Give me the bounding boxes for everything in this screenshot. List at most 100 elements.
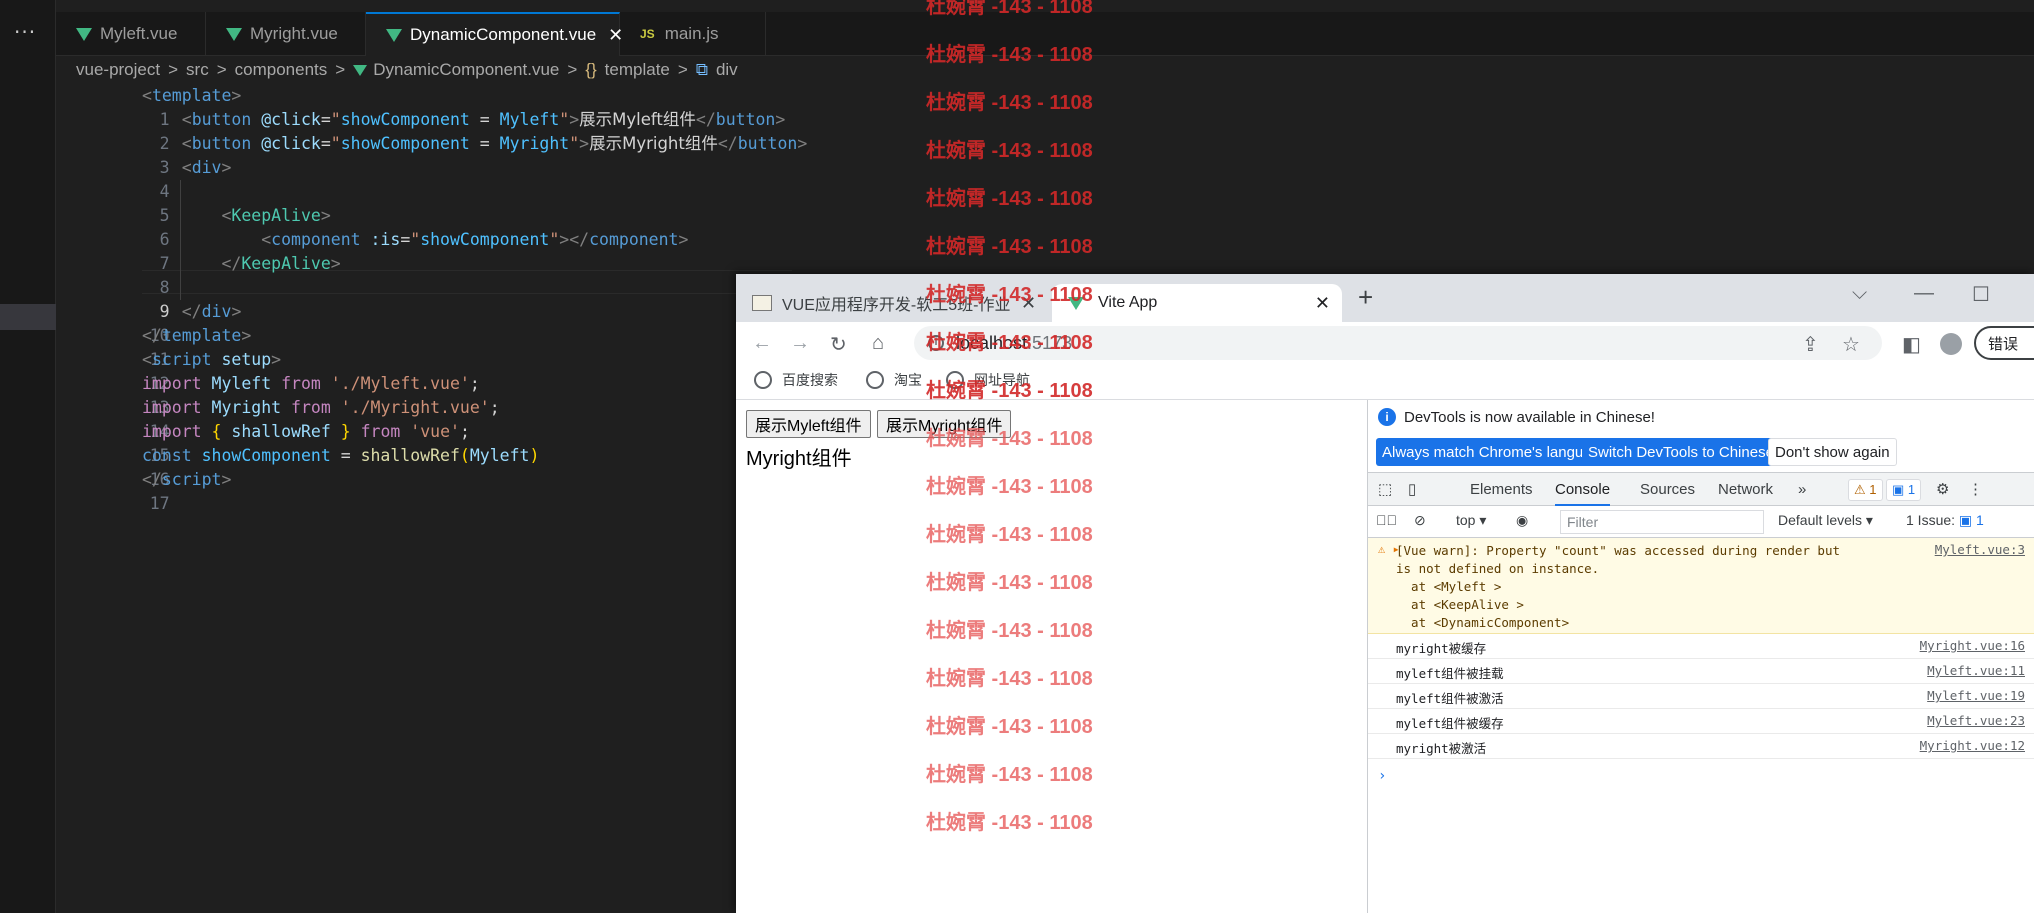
tab-elements[interactable]: Elements — [1470, 473, 1533, 506]
tab-dynamiccomponent-vue[interactable]: DynamicComponent.vue ✕ — [366, 12, 623, 56]
more-tabs-icon[interactable]: » — [1798, 473, 1806, 506]
source-link[interactable]: Myleft.vue:3 — [1935, 542, 2025, 557]
code-line-6: 6 <KeepAlive> — [56, 204, 2034, 249]
console-log-row: myleft组件被激活 Myleft.vue:19 — [1368, 684, 2034, 709]
bookmark-nav[interactable]: 网址导航 — [946, 370, 1030, 390]
info-icon: i — [1378, 408, 1396, 426]
tab-title: VUE应用程序开发-软工5班-作业 — [782, 297, 1011, 314]
switch-to-chinese-button[interactable]: Switch DevTools to Chinese — [1582, 438, 1780, 466]
context-selector[interactable]: top ▾ — [1456, 512, 1486, 529]
bookmark-baidu[interactable]: 百度搜索 — [754, 370, 838, 390]
error-button[interactable]: 错误 — [1974, 326, 2034, 360]
js-file-icon: JS — [640, 27, 655, 41]
close-tab-icon[interactable]: ✕ — [1021, 293, 1036, 314]
log-levels-select[interactable]: Default levels ▾ — [1778, 512, 1873, 529]
vue-file-icon — [226, 27, 242, 41]
show-myright-button[interactable]: 展示Myright组件 — [877, 410, 1012, 438]
maximize-icon[interactable]: ☐ — [1972, 282, 1990, 307]
source-link[interactable]: Myright.vue:16 — [1920, 638, 2025, 653]
console-output: ⚠ ▸ [Vue warn]: Property "count" was acc… — [1368, 538, 2034, 913]
side-panel-icon[interactable]: ◧ — [1902, 332, 1921, 357]
sidebar-toggle-icon[interactable]: ▶⃞ — [1376, 512, 1397, 528]
element-icon: ⧉ — [695, 60, 708, 79]
code-line-4: 4 <div> — [56, 156, 2034, 201]
breadcrumb-file[interactable]: DynamicComponent.vue — [373, 60, 559, 80]
breadcrumb-project[interactable]: vue-project — [76, 60, 160, 80]
tab-label: Myright.vue — [250, 24, 338, 43]
breadcrumb-separator: > — [567, 60, 578, 79]
breadcrumb-separator: > — [677, 60, 688, 79]
tab-search-icon[interactable]: ⌵ — [1852, 282, 1867, 305]
vscode-activity-bar: ··· — [0, 0, 56, 913]
dont-show-again-button[interactable]: Don't show again — [1768, 438, 1897, 466]
source-link[interactable]: Myleft.vue:11 — [1927, 663, 2025, 678]
activity-highlight — [0, 304, 56, 330]
forward-icon[interactable]: → — [790, 332, 810, 355]
breadcrumb-separator: > — [168, 60, 179, 79]
console-filter-input[interactable]: Filter — [1560, 510, 1764, 534]
line-number: 17 — [149, 494, 170, 513]
breadcrumb-template[interactable]: template — [605, 60, 670, 80]
console-log-row: myright被缓存 Myright.vue:16 — [1368, 634, 2034, 659]
tab-network[interactable]: Network — [1718, 473, 1773, 506]
source-link[interactable]: Myleft.vue:23 — [1927, 713, 2025, 728]
tab-myleft-vue[interactable]: Myleft.vue — [56, 12, 206, 56]
breadcrumb-components[interactable]: components — [235, 60, 328, 80]
tab-console[interactable]: Console — [1555, 473, 1611, 506]
breadcrumb-separator: > — [216, 60, 227, 79]
more-options-icon[interactable]: ⋮ — [1968, 473, 1983, 506]
log-message: myright被缓存 — [1396, 641, 1487, 656]
show-myleft-button[interactable]: 展示Myleft组件 — [746, 410, 871, 438]
browser-tab-homework[interactable]: VUE应用程序开发-软工5班-作业 ✕ — [744, 284, 1044, 322]
browser-tab-vite-app[interactable]: Vite App ✕ — [1052, 284, 1342, 322]
tab-myright-vue[interactable]: Myright.vue — [206, 12, 366, 56]
log-message: myright被激活 — [1396, 741, 1487, 756]
live-expression-eye-icon[interactable]: ◉ — [1516, 512, 1528, 529]
source-link[interactable]: Myleft.vue:19 — [1927, 688, 2025, 703]
tab-sources[interactable]: Sources — [1640, 473, 1695, 506]
code-line-7: 7 <component :is="showComponent"></compo… — [56, 228, 2034, 273]
reload-icon[interactable]: ↻ — [830, 332, 847, 357]
new-tab-button[interactable]: + — [1358, 282, 1373, 313]
breadcrumb-src[interactable]: src — [186, 60, 209, 80]
share-icon[interactable]: ⇪ — [1802, 332, 1819, 357]
vue-file-icon — [386, 28, 402, 42]
log-message: myleft组件被缓存 — [1396, 716, 1504, 731]
browser-tab-strip: VUE应用程序开发-软工5班-作业 ✕ Vite App ✕ + ⌵ — ☐ — [736, 274, 2034, 322]
log-message: myleft组件被激活 — [1396, 691, 1504, 706]
bookmark-taobao[interactable]: 淘宝 — [866, 370, 922, 390]
warning-count-badge[interactable]: ⚠ 1 — [1848, 479, 1883, 501]
settings-gear-icon[interactable]: ⚙ — [1936, 473, 1949, 506]
profile-avatar-icon[interactable] — [1940, 333, 1962, 355]
site-info-icon[interactable]: i — [928, 335, 944, 351]
console-prompt-icon[interactable]: › — [1378, 768, 1386, 784]
vue-file-icon — [76, 27, 92, 41]
minimize-icon[interactable]: — — [1914, 282, 1934, 305]
breadcrumb-div[interactable]: div — [716, 60, 738, 80]
source-link[interactable]: Myright.vue:12 — [1920, 738, 2025, 753]
close-tab-icon[interactable]: ✕ — [1315, 293, 1330, 314]
address-bar[interactable]: i localhost :5173 — [914, 326, 1882, 360]
message-count-badge[interactable]: ▣ 1 — [1886, 479, 1922, 501]
globe-icon — [754, 371, 772, 389]
tab-main-js[interactable]: JS main.js — [620, 12, 766, 56]
console-log-row: myleft组件被缓存 Myleft.vue:23 — [1368, 709, 2034, 734]
issues-counter[interactable]: 1 Issue: ▣ 1 — [1906, 512, 1984, 529]
back-icon[interactable]: ← — [752, 332, 772, 355]
tab-label: DynamicComponent.vue — [410, 25, 597, 44]
log-message: myleft组件被挂载 — [1396, 666, 1504, 681]
inspect-element-icon[interactable]: ⬚ — [1378, 473, 1392, 506]
clear-console-icon[interactable]: ⊘ — [1414, 512, 1426, 529]
more-actions-icon[interactable]: ··· — [14, 20, 36, 44]
home-icon[interactable]: ⌂ — [872, 332, 884, 355]
tab-title: Vite App — [1098, 294, 1158, 311]
console-log-row: myright被激活 Myright.vue:12 — [1368, 734, 2034, 759]
bookmark-star-icon[interactable]: ☆ — [1842, 332, 1860, 357]
browser-toolbar: ← → ↻ ⌂ i localhost :5173 ⇪ ☆ ◧ 错误 — [736, 322, 2034, 364]
url-host: localhost — [956, 332, 1028, 353]
globe-icon — [946, 371, 964, 389]
device-toolbar-icon[interactable]: ▯ — [1408, 473, 1416, 506]
always-match-language-button[interactable]: Always match Chrome's language — [1376, 438, 1615, 466]
devtools-panel: i DevTools is now available in Chinese! … — [1367, 400, 2034, 913]
code-line-2: 2 <button @click="showComponent = Myleft… — [56, 108, 2034, 153]
